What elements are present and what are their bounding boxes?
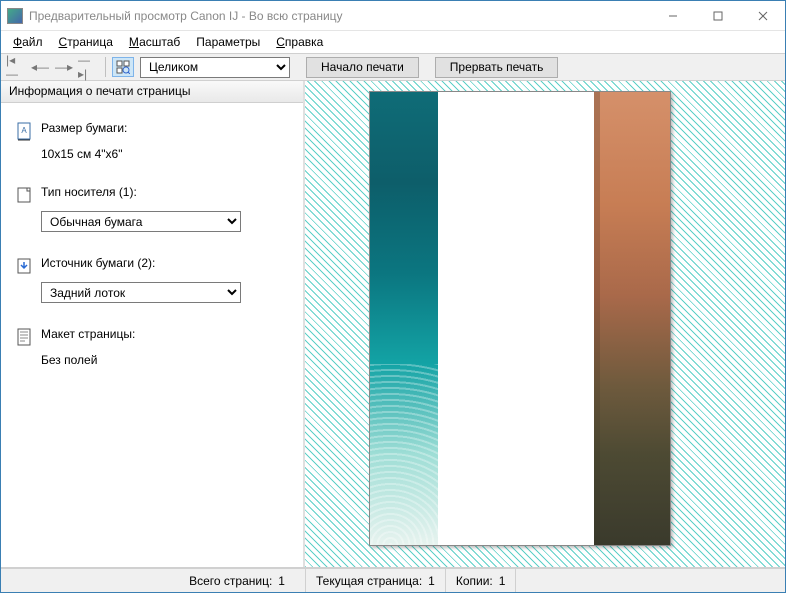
image-sea bbox=[370, 92, 438, 545]
status-copies-label: Копии: bbox=[456, 574, 493, 588]
nav-next-icon[interactable]: —▸ bbox=[53, 57, 75, 77]
paper-size-icon: A bbox=[15, 121, 35, 141]
page-layout-label: Макет страницы: bbox=[41, 327, 135, 347]
statusbar: Всего страниц: 1 Текущая страница: 1 Коп… bbox=[1, 568, 785, 592]
media-type-select[interactable]: Обычная бумага bbox=[41, 211, 241, 232]
paper-size-value: 10x15 см 4"x6" bbox=[41, 147, 289, 161]
cancel-print-button[interactable]: Прервать печать bbox=[435, 57, 559, 78]
status-copies-value: 1 bbox=[499, 574, 506, 588]
status-copies: Копии: 1 bbox=[445, 569, 516, 592]
toolbar: |◂— ◂— —▸ —▸| Целиком Начало печати Прер… bbox=[1, 53, 785, 81]
start-print-button[interactable]: Начало печати bbox=[306, 57, 419, 78]
status-current-label: Текущая страница: bbox=[316, 574, 422, 588]
status-spacer bbox=[515, 569, 785, 592]
paper-source-label: Источник бумаги (2): bbox=[41, 256, 155, 276]
media-type-icon bbox=[15, 185, 35, 205]
media-type-row: Тип носителя (1): bbox=[15, 185, 289, 205]
nav-last-icon[interactable]: —▸| bbox=[77, 57, 99, 77]
titlebar: Предварительный просмотр Canon IJ - Во в… bbox=[1, 1, 785, 31]
paper-size-label: Размер бумаги: bbox=[41, 121, 127, 141]
page-image bbox=[370, 92, 670, 545]
status-total: Всего страниц: 1 bbox=[1, 569, 305, 592]
window-title: Предварительный просмотр Canon IJ - Во в… bbox=[29, 9, 650, 23]
toolbar-separator bbox=[105, 57, 106, 77]
page-layout-row: Макет страницы: bbox=[15, 327, 289, 347]
app-icon bbox=[7, 8, 23, 24]
close-button[interactable] bbox=[740, 1, 785, 30]
status-total-label: Всего страниц: bbox=[189, 574, 272, 588]
media-type-label: Тип носителя (1): bbox=[41, 185, 137, 205]
status-current-value: 1 bbox=[428, 574, 435, 588]
page-layout-value: Без полей bbox=[41, 353, 289, 367]
maximize-button[interactable] bbox=[695, 1, 740, 30]
paper-source-row: Источник бумаги (2): bbox=[15, 256, 289, 276]
minimize-button[interactable] bbox=[650, 1, 695, 30]
preview-area bbox=[305, 81, 785, 567]
sidebar-body: A Размер бумаги: 10x15 см 4"x6" Тип носи… bbox=[1, 103, 303, 567]
thumbnail-toggle-icon[interactable] bbox=[112, 57, 134, 77]
main: Информация о печати страницы A Размер бу… bbox=[1, 81, 785, 567]
menu-options[interactable]: Параметры bbox=[188, 33, 268, 51]
paper-source-icon bbox=[15, 256, 35, 276]
nav-first-icon[interactable]: |◂— bbox=[5, 57, 27, 77]
paper-source-select[interactable]: Задний лоток bbox=[41, 282, 241, 303]
preview-page[interactable] bbox=[369, 91, 671, 546]
sidebar: Информация о печати страницы A Размер бу… bbox=[1, 81, 305, 567]
menu-page[interactable]: Страница bbox=[51, 33, 121, 51]
nav-prev-icon[interactable]: ◂— bbox=[29, 57, 51, 77]
menu-file[interactable]: Файл bbox=[5, 33, 51, 51]
image-cliff bbox=[594, 92, 670, 545]
paper-size-row: A Размер бумаги: bbox=[15, 121, 289, 141]
image-middle bbox=[438, 92, 594, 545]
status-current: Текущая страница: 1 bbox=[305, 569, 445, 592]
sidebar-header: Информация о печати страницы bbox=[1, 81, 303, 103]
zoom-select[interactable]: Целиком bbox=[140, 57, 290, 78]
menu-help[interactable]: Справка bbox=[268, 33, 331, 51]
menu-zoom[interactable]: Масштаб bbox=[121, 33, 188, 51]
page-layout-icon bbox=[15, 327, 35, 347]
status-total-value: 1 bbox=[278, 574, 285, 588]
menubar: Файл Страница Масштаб Параметры Справка bbox=[1, 31, 785, 53]
svg-text:A: A bbox=[21, 126, 27, 135]
